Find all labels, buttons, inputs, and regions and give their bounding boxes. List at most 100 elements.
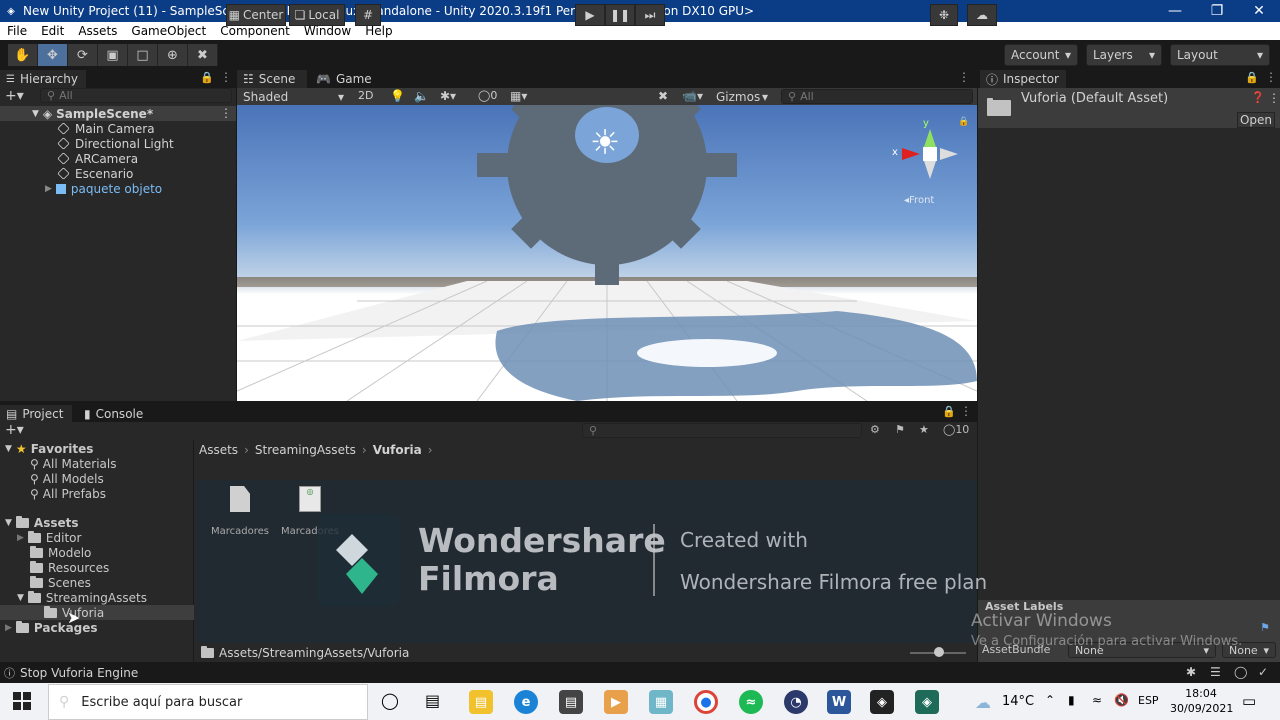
- tab-console[interactable]: ▮ Console: [78, 405, 150, 422]
- tools-icon[interactable]: ✖: [658, 89, 668, 103]
- filter-label-icon[interactable]: ⚑: [895, 423, 905, 436]
- clock[interactable]: 18:04 30/09/2021: [1170, 686, 1233, 716]
- weather-icon[interactable]: ☁: [975, 693, 991, 712]
- favorites-item[interactable]: ▼ ★ Favorites: [5, 441, 93, 456]
- folder-editor[interactable]: ▶ Editor: [17, 530, 81, 545]
- scene-search-input[interactable]: ⚲ All: [781, 89, 973, 104]
- add-icon[interactable]: +▾: [5, 88, 24, 104]
- close-button[interactable]: ✕: [1238, 0, 1280, 22]
- app-icon[interactable]: ▦: [649, 690, 673, 714]
- asset-kebab-icon[interactable]: ⋮: [1268, 91, 1280, 105]
- menu-window[interactable]: Window: [297, 24, 358, 38]
- unity-taskbar-icon[interactable]: ◈: [870, 690, 894, 714]
- temperature[interactable]: 14°C: [1002, 694, 1034, 709]
- hidden-objects-button[interactable]: ◯0: [478, 89, 497, 102]
- minimize-button[interactable]: —: [1154, 0, 1196, 22]
- folder-resources[interactable]: Resources: [30, 560, 109, 575]
- x-axis-cone[interactable]: [902, 148, 920, 160]
- hierarchy-search-input[interactable]: ⚲ All: [40, 88, 232, 103]
- maximize-button[interactable]: ❐: [1196, 0, 1238, 22]
- neg-y-axis-cone[interactable]: [924, 161, 936, 179]
- tab-project[interactable]: ▤ Project: [0, 405, 72, 422]
- debug-icon[interactable]: ✱: [1186, 665, 1196, 679]
- spotify-icon[interactable]: ≈: [739, 690, 763, 714]
- rotate-tool-icon[interactable]: ⟳: [68, 44, 98, 66]
- favorite-all-materials[interactable]: ⚲ All Materials: [30, 456, 117, 471]
- favorite-all-prefabs[interactable]: ⚲ All Prefabs: [30, 486, 106, 501]
- check-icon[interactable]: ✓: [1258, 665, 1268, 679]
- tab-hierarchy[interactable]: ☰ Hierarchy: [0, 70, 86, 88]
- neg-x-axis-cone[interactable]: [940, 148, 958, 160]
- play-button[interactable]: ▶: [575, 4, 605, 26]
- folder-streamingassets[interactable]: ▼ StreamingAssets: [17, 590, 147, 605]
- step-button[interactable]: ⏭: [635, 4, 665, 26]
- project-search-input[interactable]: ⚲: [582, 423, 862, 438]
- menu-component[interactable]: Component: [213, 24, 297, 38]
- file-marcadores-dat[interactable]: Marcadores: [210, 486, 270, 546]
- inspector-lock-icon[interactable]: 🔒: [1245, 71, 1259, 84]
- progress-icon[interactable]: ◯: [1234, 665, 1247, 679]
- edge-icon[interactable]: e: [514, 690, 538, 714]
- cloud-button[interactable]: ☁: [967, 4, 997, 26]
- orientation-gizmo[interactable]: y x ◂Front 🔒: [892, 115, 972, 206]
- scene-viewport[interactable]: ☀ y x ◂Front 🔒: [237, 105, 977, 401]
- pause-button[interactable]: ❚❚: [605, 4, 635, 26]
- notifications-icon[interactable]: ▭: [1242, 692, 1256, 710]
- taskbar-search-input[interactable]: ⚲ Escribe aquí para buscar: [48, 684, 368, 720]
- camera-icon[interactable]: 📹▾: [682, 89, 703, 103]
- assets-root-item[interactable]: ▼ Assets: [5, 515, 79, 530]
- scene-root-item[interactable]: ▼ ◈ SampleScene*: [32, 106, 153, 121]
- space-local-button[interactable]: ❏ Local: [289, 4, 345, 26]
- project-lock-icon[interactable]: 🔒: [942, 405, 956, 418]
- effects-icon[interactable]: ✱▾: [440, 89, 456, 103]
- menu-help[interactable]: Help: [358, 24, 399, 38]
- store-icon[interactable]: ▤: [559, 690, 583, 714]
- eclipse-icon[interactable]: ◔: [784, 690, 808, 714]
- file-explorer-icon[interactable]: ▤: [469, 690, 493, 714]
- chrome-icon[interactable]: ●: [694, 690, 718, 714]
- hierarchy-item-paquete-objeto[interactable]: ▶ paquete objeto: [45, 181, 162, 196]
- folder-scenes[interactable]: Scenes: [30, 575, 91, 590]
- collab-button[interactable]: ❉: [930, 4, 958, 26]
- light-gizmo-icon[interactable]: ☀: [587, 125, 623, 161]
- filmora-taskbar-icon[interactable]: ◈: [915, 690, 939, 714]
- custom-tool-icon[interactable]: ✖: [188, 44, 218, 66]
- hierarchy-item-main-camera[interactable]: Main Camera: [57, 121, 155, 136]
- scale-tool-icon[interactable]: ▣: [98, 44, 128, 66]
- scene-menu-icon[interactable]: ⋮: [220, 106, 232, 120]
- menu-gameobject[interactable]: GameObject: [124, 24, 213, 38]
- packages-item[interactable]: ▶ Packages: [5, 620, 98, 635]
- grid-snap-button[interactable]: #: [355, 4, 381, 26]
- tab-game[interactable]: 🎮 Game: [310, 70, 380, 88]
- breadcrumb-vuforia[interactable]: Vuforia: [373, 443, 422, 457]
- volume-muted-icon[interactable]: 🔇: [1114, 693, 1129, 707]
- windows-start-icon[interactable]: [12, 691, 32, 711]
- account-dropdown[interactable]: Account ▾: [1004, 44, 1078, 66]
- toggle-2d-button[interactable]: 2D: [358, 89, 373, 102]
- shading-mode-dropdown[interactable]: Shaded ▾: [237, 88, 350, 105]
- audio-icon[interactable]: 🔈: [414, 89, 429, 103]
- menu-file[interactable]: File: [0, 24, 34, 38]
- hierarchy-item-arcamera[interactable]: ARCamera: [57, 151, 138, 166]
- icon-size-slider-thumb[interactable]: [934, 647, 944, 657]
- scene-kebab-icon[interactable]: ⋮: [958, 70, 970, 84]
- expand-arrow-icon[interactable]: ▶: [45, 184, 52, 194]
- y-axis-cone[interactable]: [924, 129, 936, 147]
- favorite-all-models[interactable]: ⚲ All Models: [30, 471, 104, 486]
- hand-tool-icon[interactable]: ✋: [8, 44, 38, 66]
- breadcrumb-streamingassets[interactable]: StreamingAssets: [255, 443, 356, 457]
- help-icon[interactable]: ❓: [1251, 91, 1265, 104]
- breadcrumb-assets[interactable]: Assets: [199, 443, 238, 457]
- lighting-icon[interactable]: 💡: [390, 89, 405, 103]
- folder-modelo[interactable]: Modelo: [30, 545, 91, 560]
- wifi-icon[interactable]: ≈: [1092, 693, 1102, 707]
- center-cube[interactable]: [923, 147, 937, 161]
- gizmos-dropdown[interactable]: Gizmos ▾: [710, 88, 774, 105]
- menu-edit[interactable]: Edit: [34, 24, 71, 38]
- hierarchy-item-directional-light[interactable]: Directional Light: [57, 136, 174, 151]
- tab-scene[interactable]: ☷ Scene: [237, 70, 307, 88]
- gizmo-lock-icon[interactable]: 🔒: [958, 117, 969, 127]
- rect-tool-icon[interactable]: □: [128, 44, 158, 66]
- label-tag-icon[interactable]: ⚑: [1260, 621, 1270, 634]
- cortana-icon[interactable]: ◯: [381, 691, 399, 710]
